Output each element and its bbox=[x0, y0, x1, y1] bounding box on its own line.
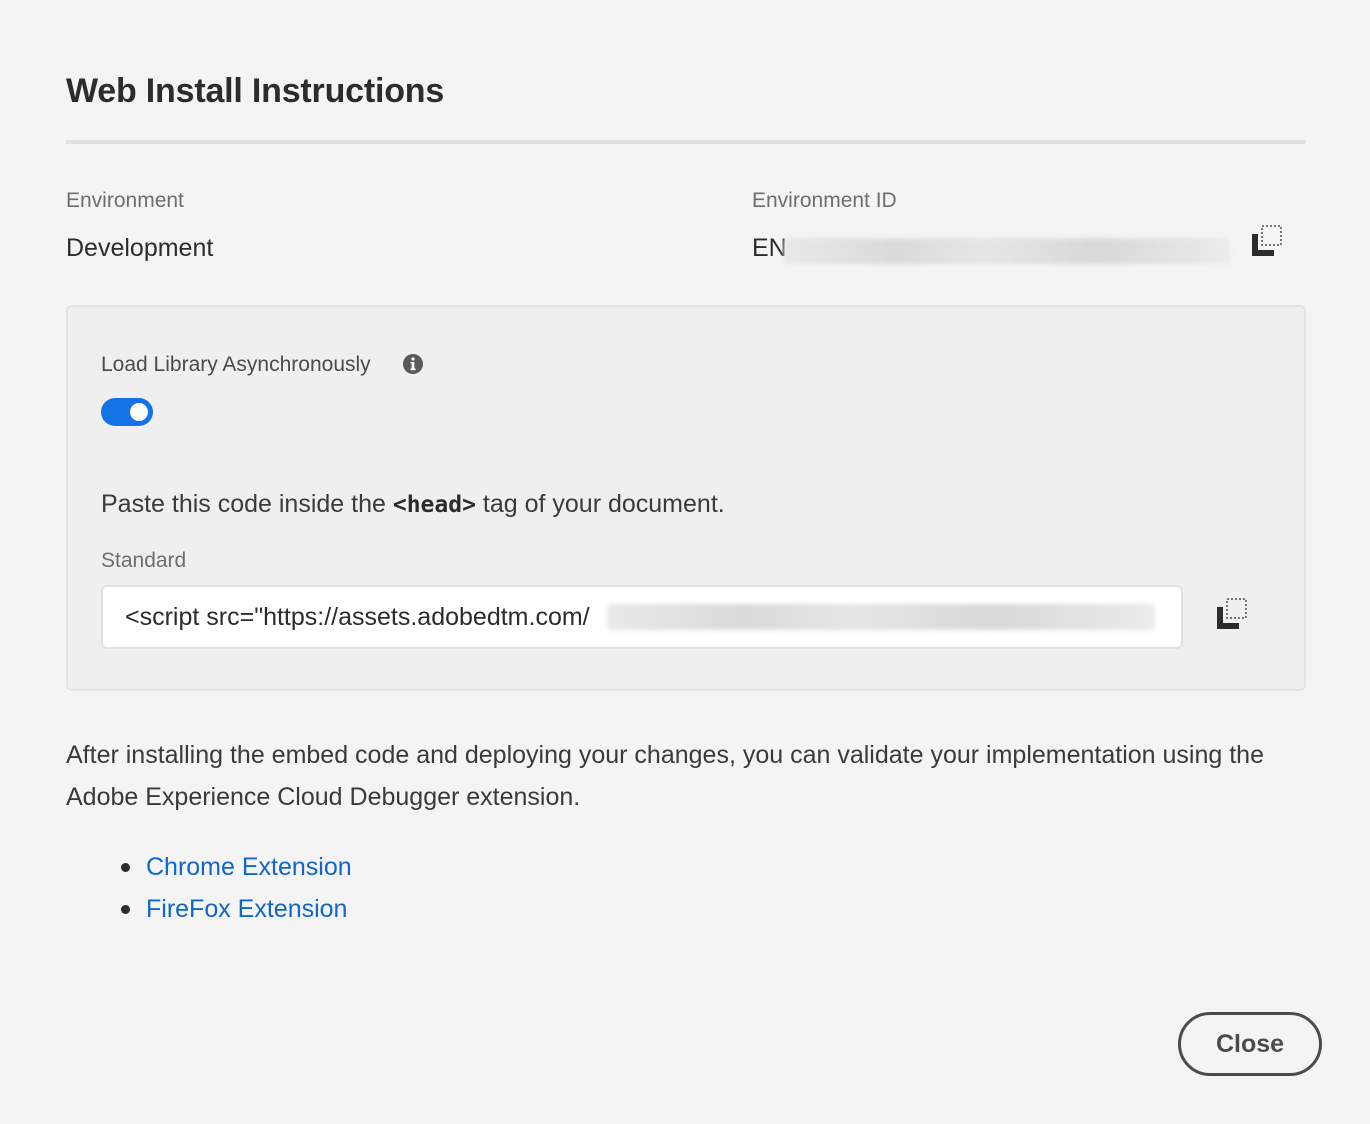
list-item: Chrome Extension bbox=[66, 846, 352, 888]
firefox-extension-link[interactable]: FireFox Extension bbox=[146, 895, 347, 923]
info-icon[interactable] bbox=[402, 353, 424, 375]
load-async-label: Load Library Asynchronously bbox=[101, 353, 371, 376]
extension-list: Chrome Extension FireFox Extension bbox=[66, 846, 352, 930]
environment-id-redacted bbox=[784, 238, 1230, 264]
head-tag: <head> bbox=[392, 492, 476, 518]
load-async-toggle[interactable] bbox=[101, 398, 153, 426]
embed-code-panel: Load Library Asynchronously Paste this c… bbox=[66, 305, 1306, 691]
close-button[interactable]: Close bbox=[1178, 1012, 1322, 1076]
validation-text: After installing the embed code and depl… bbox=[66, 741, 1264, 811]
paste-instruction-before: Paste this code inside the bbox=[101, 490, 393, 518]
embed-code-field[interactable]: <script src="https://assets.adobedtm.com… bbox=[101, 585, 1183, 649]
embed-code-redacted bbox=[607, 604, 1155, 630]
copy-environment-id-icon[interactable] bbox=[1250, 224, 1284, 258]
copy-embed-code-icon[interactable] bbox=[1215, 597, 1249, 631]
paste-instruction-after: tag of your document. bbox=[475, 490, 725, 518]
embed-code-text: <script src="https://assets.adobedtm.com… bbox=[125, 603, 590, 631]
environment-label: Environment bbox=[66, 189, 184, 212]
web-install-dialog: Web Install Instructions Environment Dev… bbox=[0, 0, 1370, 1124]
toggle-knob bbox=[130, 403, 148, 421]
dialog-title: Web Install Instructions bbox=[66, 72, 445, 110]
title-divider bbox=[66, 140, 1306, 144]
chrome-extension-link[interactable]: Chrome Extension bbox=[146, 853, 352, 881]
environment-value: Development bbox=[66, 234, 214, 262]
standard-label: Standard bbox=[101, 549, 187, 572]
list-item: FireFox Extension bbox=[66, 888, 352, 930]
paste-instruction: Paste this code inside the <head> tag of… bbox=[101, 490, 725, 519]
environment-id-value: EN bbox=[752, 234, 787, 262]
environment-id-label: Environment ID bbox=[752, 189, 897, 212]
